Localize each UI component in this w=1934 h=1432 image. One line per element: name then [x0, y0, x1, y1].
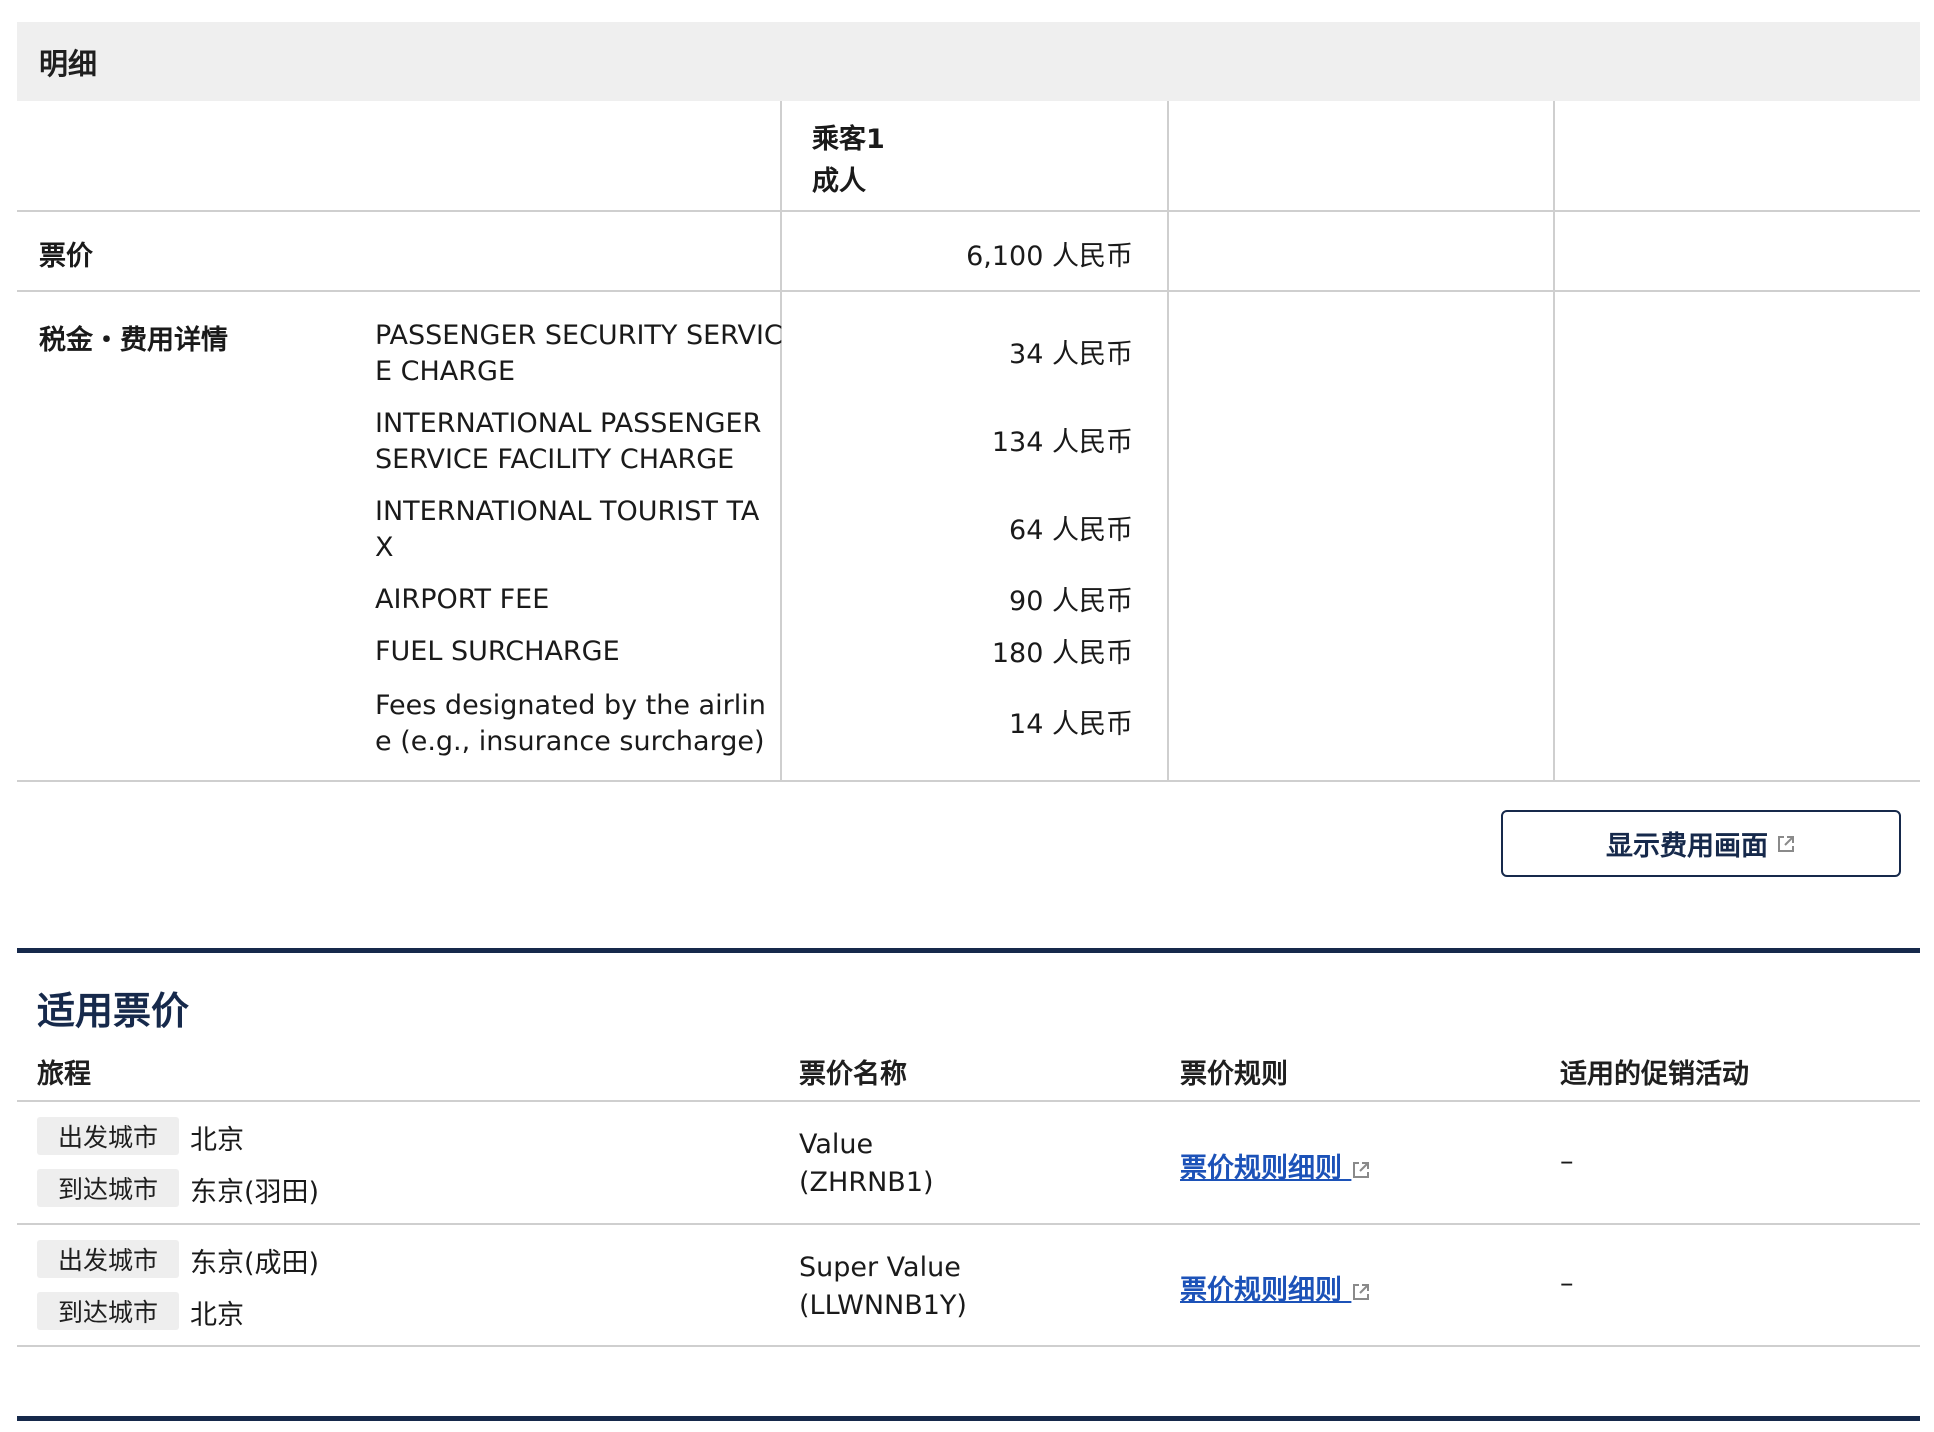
- tax-name-line: PASSENGER SECURITY SERVIC: [375, 320, 783, 351]
- fare-name: Super Value (LLWNNB1Y): [799, 1249, 967, 1325]
- col-head-itinerary: 旅程: [37, 1059, 91, 1090]
- arrival-tag: 到达城市: [37, 1169, 179, 1207]
- row-divider: [17, 1345, 1920, 1347]
- tax-name-line: Fees designated by the airlin: [375, 690, 766, 721]
- tax-row: 税金・费用详情 PASSENGER SECURITY SERVIC E CHAR…: [17, 292, 1920, 782]
- fare-name-text: Value: [799, 1129, 874, 1160]
- passenger-label: 乘客1: [812, 124, 885, 155]
- tax-amount-cell: 34 人民币 134 人民币 64 人民币 90 人民币 180 人民币 14 …: [797, 292, 1155, 780]
- tax-amount: 34 人民币: [1009, 339, 1133, 370]
- tax-amount: 90 人民币: [1009, 586, 1133, 617]
- tax-amount: 134 人民币: [991, 427, 1133, 458]
- external-link-icon: [1353, 1161, 1370, 1178]
- passenger-header-row: 乘客1 成人: [17, 101, 1920, 212]
- tax-label: 税金・费用详情: [39, 325, 228, 356]
- departure-city: 北京: [190, 1125, 244, 1156]
- tax-name-line: E CHARGE: [375, 356, 516, 387]
- tax-name-line: X: [375, 532, 394, 563]
- fare-rules-link-label: 票价规则细则: [1180, 1153, 1342, 1184]
- fare-amount: 6,100 人民币: [966, 241, 1133, 272]
- arrival-city: 北京: [190, 1300, 244, 1331]
- col-head-fare-rules: 票价规则: [1180, 1059, 1288, 1090]
- tax-item-name: AIRPORT FEE: [375, 582, 785, 618]
- fare-code: (ZHRNB1): [799, 1167, 934, 1198]
- tax-name-line: e (e.g., insurance surcharge): [375, 726, 765, 757]
- fare-row: 票价 6,100 人民币: [17, 212, 1920, 292]
- tax-name-line: FUEL SURCHARGE: [375, 636, 620, 667]
- fare-rules-link[interactable]: 票价规则细则: [1180, 1268, 1371, 1307]
- arrival-city: 东京(羽田): [190, 1177, 320, 1208]
- fare-code: (LLWNNB1Y): [799, 1290, 967, 1321]
- tax-item-name: FUEL SURCHARGE: [375, 634, 785, 670]
- tax-amount: 64 人民币: [1009, 515, 1133, 546]
- fare-label: 票价: [39, 241, 93, 272]
- external-link-icon: [1778, 835, 1794, 852]
- arrival-tag: 到达城市: [37, 1292, 179, 1330]
- show-fees-label: 显示费用画面: [1606, 831, 1768, 862]
- tax-name-line: INTERNATIONAL PASSENGER: [375, 408, 762, 439]
- departure-tag: 出发城市: [37, 1117, 179, 1155]
- section-divider: [17, 1416, 1920, 1421]
- departure-city: 东京(成田): [190, 1248, 320, 1279]
- tax-name-line: AIRPORT FEE: [375, 584, 550, 615]
- tax-item-name: INTERNATIONAL TOURIST TA X: [375, 494, 785, 566]
- passenger-type: 成人: [812, 166, 866, 197]
- tax-name-line: SERVICE FACILITY CHARGE: [375, 444, 735, 475]
- departure-tag: 出发城市: [37, 1240, 179, 1278]
- tax-item-name: INTERNATIONAL PASSENGER SERVICE FACILITY…: [375, 406, 785, 478]
- promotion-value: –: [1560, 1146, 1574, 1177]
- tax-amount: 14 人民币: [1009, 709, 1133, 740]
- external-link-icon: [1353, 1283, 1370, 1300]
- col-head-promotions: 适用的促销活动: [1560, 1059, 1749, 1090]
- tax-name-line: INTERNATIONAL TOURIST TA: [375, 496, 760, 527]
- tax-item-name: Fees designated by the airlin e (e.g., i…: [375, 688, 785, 760]
- fare-amount-cell: 6,100 人民币: [797, 212, 1155, 290]
- tax-item-name: PASSENGER SECURITY SERVIC E CHARGE: [375, 318, 785, 390]
- table-header-divider: [17, 1100, 1920, 1102]
- detail-header-title: 明细: [39, 46, 98, 81]
- fare-rules-link-label: 票价规则细则: [1180, 1275, 1342, 1306]
- show-fees-button[interactable]: 显示费用画面: [1501, 810, 1901, 877]
- section-divider: [17, 948, 1920, 953]
- detail-section-header: 明细: [17, 22, 1920, 101]
- col-head-fare-name: 票价名称: [799, 1059, 907, 1090]
- row-divider: [17, 1223, 1920, 1225]
- fare-rules-link[interactable]: 票价规则细则: [1180, 1146, 1371, 1185]
- applicable-fares-title: 适用票价: [37, 989, 190, 1033]
- tax-amount: 180 人民币: [991, 638, 1133, 669]
- fare-name: Value (ZHRNB1): [799, 1126, 934, 1202]
- fare-name-text: Super Value: [799, 1252, 961, 1283]
- promotion-value: –: [1560, 1268, 1574, 1299]
